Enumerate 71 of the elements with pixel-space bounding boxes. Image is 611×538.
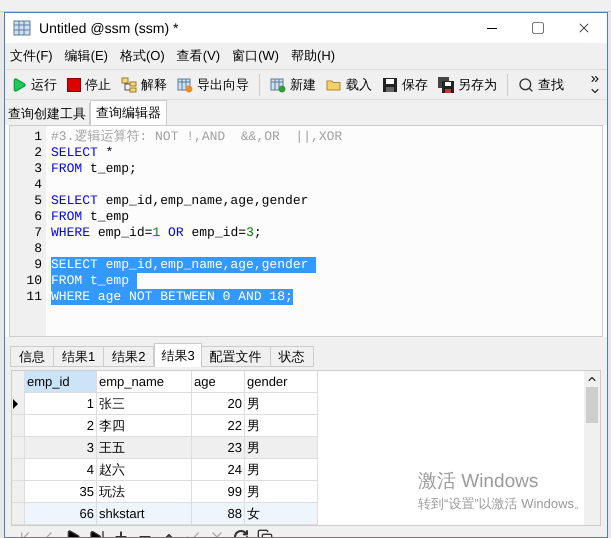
column-header[interactable]: emp_name <box>97 371 192 393</box>
stop-icon <box>67 78 81 92</box>
activation-title: 激活 Windows <box>418 470 540 494</box>
toolbar-button[interactable]: 解释 <box>121 74 167 94</box>
result-tab[interactable]: 结果2 <box>104 346 154 367</box>
table-row[interactable]: 2 李四 22 男 <box>12 415 318 437</box>
play-icon <box>11 76 27 92</box>
window-title: Untitled @ssm (ssm) * <box>39 18 178 38</box>
scrollbar[interactable] <box>584 371 600 525</box>
table-export-icon <box>177 76 193 92</box>
table-row[interactable]: 35 玩法 99 男 <box>12 481 318 503</box>
line-number: 4 <box>34 177 42 193</box>
code-line: SELECT emp_id,emp_name,age,gender <box>51 193 308 209</box>
result-tab[interactable]: 信息 <box>10 346 54 367</box>
menu-item[interactable]: 格式(O) <box>120 46 165 66</box>
column-header[interactable]: emp_id <box>25 371 97 393</box>
toolbar-button[interactable]: 导出向导 <box>177 74 249 94</box>
result-tab[interactable]: 结果1 <box>54 346 104 367</box>
table-row[interactable]: 1 张三 20 男 <box>12 393 318 415</box>
code-line: FROM t_emp; <box>51 161 137 177</box>
column-header[interactable]: age <box>192 371 245 393</box>
tab[interactable]: 查询编辑器 <box>90 100 167 125</box>
line-number: 2 <box>34 145 42 161</box>
table-add-icon <box>270 76 286 92</box>
code-editor[interactable] <box>9 125 603 337</box>
search-icon <box>518 76 534 92</box>
result-tab[interactable]: 状态 <box>270 346 314 367</box>
app-logo-icon <box>13 19 31 37</box>
line-number: 6 <box>34 209 42 225</box>
tab[interactable]: 查询创建工具 <box>5 103 90 125</box>
maximize-icon <box>531 21 545 35</box>
floppy-disks-icon <box>438 76 454 92</box>
result-tab[interactable]: 结果3 <box>154 343 202 367</box>
code-line: FROM t_emp <box>51 209 130 225</box>
line-number: 11 <box>26 289 42 305</box>
toolbar-button[interactable]: 查找 <box>518 74 564 94</box>
line-number: 10 <box>26 273 42 289</box>
activation-subtitle: 转到“设置”以激活 Windows。 <box>418 495 588 513</box>
toolbar-button[interactable]: 保存 <box>382 74 428 94</box>
scroll-thumb[interactable] <box>586 387 598 423</box>
menu-item[interactable]: 查看(V) <box>176 46 220 66</box>
result-tab[interactable]: 配置文件 <box>202 346 271 367</box>
code-line: SELECT * <box>51 145 114 161</box>
row-header[interactable] <box>12 393 25 415</box>
table-cell: 女 <box>245 503 318 525</box>
line-number: 1 <box>34 129 42 145</box>
code-line: WHERE emp_id=1 OR emp_id=3; <box>51 225 262 241</box>
table-cell: 66 <box>25 503 97 525</box>
line-number: 7 <box>34 225 42 241</box>
table-row[interactable]: 3 王五 23 男 <box>12 437 318 459</box>
code-line: #3.逻辑运算符: NOT !,AND &&,OR ||,XOR <box>51 129 342 145</box>
tree-icon <box>121 76 137 92</box>
line-number: 8 <box>34 241 42 257</box>
table-cell: shkstart <box>97 503 192 525</box>
grid-corner <box>12 371 25 393</box>
menu-item[interactable]: 窗口(W) <box>232 46 280 66</box>
toolbar-button[interactable]: 载入 <box>326 74 372 94</box>
menu-item[interactable]: 编辑(E) <box>64 46 108 66</box>
toolbar-button[interactable]: 运行 <box>11 74 57 94</box>
line-number: 9 <box>34 257 42 273</box>
toolbar-button[interactable]: 另存为 <box>438 74 497 94</box>
line-number: 3 <box>34 161 42 177</box>
table-cell: 88 <box>192 503 245 525</box>
toolbar-button[interactable]: 停止 <box>67 74 111 94</box>
menu-item[interactable]: 帮助(H) <box>291 46 336 66</box>
table-row[interactable]: 66 shkstart 88 女 <box>12 503 318 525</box>
toolbar-button[interactable]: 新建 <box>270 74 316 94</box>
line-number: 5 <box>34 193 42 209</box>
table-row[interactable]: 4 赵六 24 男 <box>12 459 318 481</box>
column-header[interactable]: gender <box>245 371 318 393</box>
menu-item[interactable]: 文件(F) <box>10 46 53 66</box>
